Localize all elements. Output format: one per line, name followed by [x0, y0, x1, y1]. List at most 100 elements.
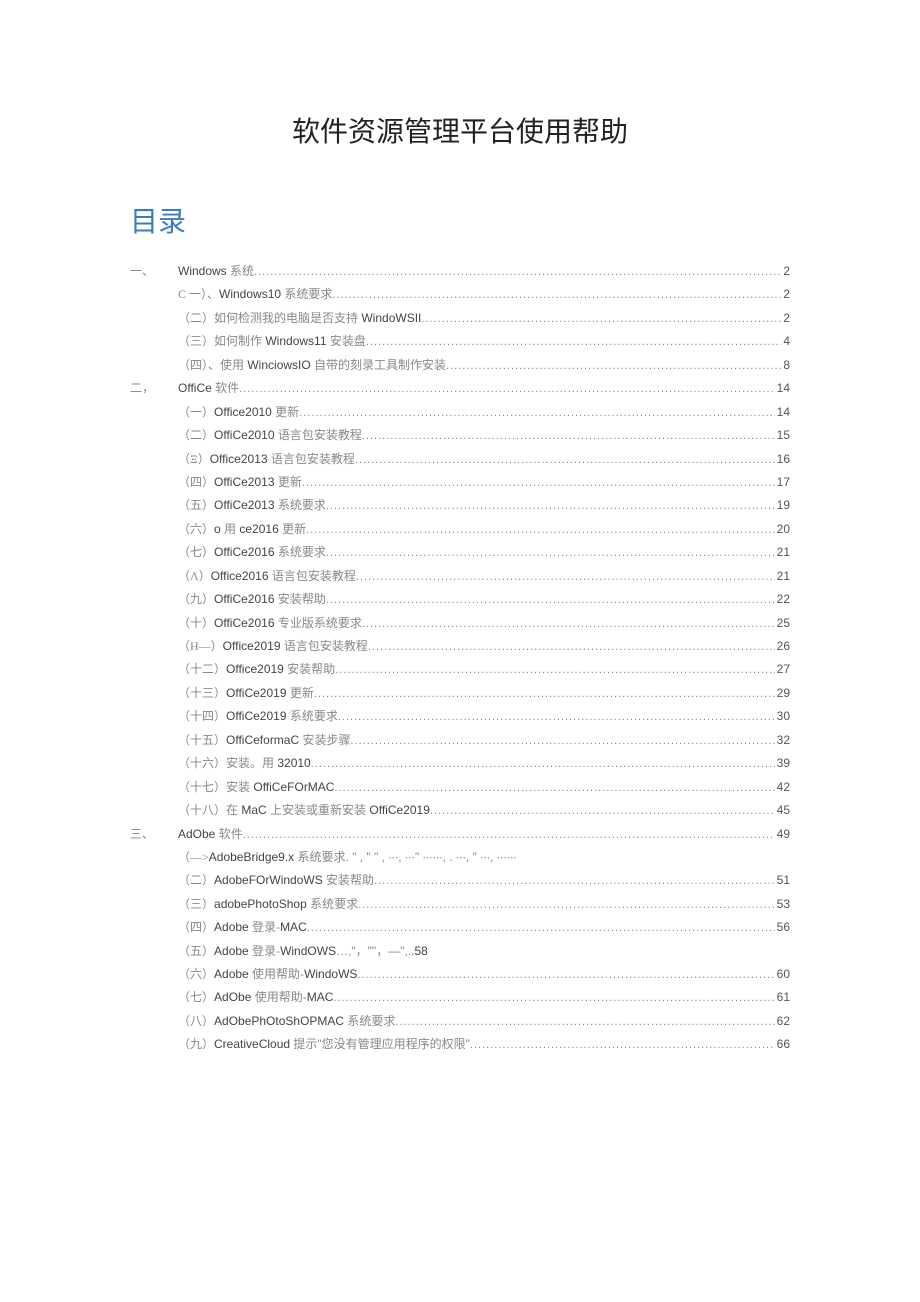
- toc-entry-prefix: （H—）: [178, 635, 223, 658]
- toc-entry-text: Windows 系统: [178, 260, 254, 283]
- toc-entry[interactable]: （七）AdObe 使用帮助-MAC61: [130, 986, 790, 1009]
- toc-leader-dots: [358, 895, 775, 916]
- toc-entry-page: 17: [775, 471, 790, 494]
- toc-entry-page: 14: [775, 377, 790, 400]
- toc-entry[interactable]: （一）Office2010 更新14: [130, 401, 790, 424]
- toc-entry[interactable]: （三）如何制作 Windows11 安装盘4: [130, 330, 790, 353]
- toc-entry[interactable]: （十七）安装 OffiCeFOrMAC42: [130, 776, 790, 799]
- toc-entry-page: 19: [775, 494, 790, 517]
- toc-entry-text: Office2016 语言包安装教程: [211, 565, 356, 588]
- toc-entry-prefix: 一、: [130, 260, 178, 283]
- toc-entry[interactable]: （—>AdobeBridge9.x 系统要求. " , " " , ∙∙∙, ∙…: [130, 846, 790, 869]
- toc-leader-dots: [254, 262, 781, 283]
- toc-entry-text: 安装 OffiCeFOrMAC: [226, 776, 334, 799]
- toc-entry-page: 25: [775, 612, 790, 635]
- toc-entry-page: 61: [775, 986, 790, 1009]
- toc-entry-page: 8: [781, 354, 790, 377]
- toc-entry[interactable]: （六）o 用 ce2016 更新20: [130, 518, 790, 541]
- toc-entry[interactable]: （十四）OffiCe2019 系统要求30: [130, 705, 790, 728]
- toc-entry-text: Office2019 安装帮助: [226, 658, 335, 681]
- toc-entry-text: Office2013 语言包安装教程: [210, 448, 355, 471]
- toc-entry-prefix: （十五）: [178, 729, 226, 752]
- toc-entry[interactable]: （五）Adobe 登录-WindOWS…,"，""，—",..58: [130, 940, 790, 963]
- toc-entry-prefix: C 一）、: [178, 283, 219, 306]
- toc-entry[interactable]: （四）、使用 WinciowsIO 自带的刻录工具制作安装8: [130, 354, 790, 377]
- toc-entry-page: 53: [775, 893, 790, 916]
- toc-entry[interactable]: （H—）Office2019 语言包安装教程26: [130, 635, 790, 658]
- toc-entry-prefix: （九）: [178, 588, 214, 611]
- toc-entry-page: 2: [781, 283, 790, 306]
- toc-leader-dots: [334, 778, 774, 799]
- toc-entry-page: 14: [775, 401, 790, 424]
- toc-entry[interactable]: （七）OffiCe2016 系统要求21: [130, 541, 790, 564]
- toc-entry[interactable]: （Λ）Office2016 语言包安装教程21: [130, 565, 790, 588]
- toc-entry[interactable]: （十六）安装。用 3201039: [130, 752, 790, 775]
- toc-entry-page: 16: [775, 448, 790, 471]
- toc-entry-page: 15: [775, 424, 790, 447]
- toc-entry[interactable]: 二，OffiCe 软件14: [130, 377, 790, 400]
- toc-leader-dots: [351, 731, 775, 752]
- toc-entry[interactable]: （十八）在 MaC 上安装或重新安装 OffiCe201945: [130, 799, 790, 822]
- toc-entry[interactable]: （四）Adobe 登录-MAC56: [130, 916, 790, 939]
- toc-entry-page: 49: [775, 823, 790, 846]
- toc-leader-dots: [357, 965, 774, 986]
- toc-entry-page: 27: [775, 658, 790, 681]
- toc-entry-text: AdObePhOtoShOPMAC 系统要求: [214, 1010, 395, 1033]
- toc-entry-prefix: （三）: [178, 330, 214, 353]
- toc-leader-dots: [311, 754, 775, 775]
- toc-leader-dots: [374, 871, 775, 892]
- toc-entry[interactable]: （三）adobePhotoShop 系统要求 53: [130, 893, 790, 916]
- toc-entry[interactable]: （二）OffiCe2010 语言包安装教程 15: [130, 424, 790, 447]
- toc-entry-page: 2: [781, 307, 790, 330]
- toc-entry[interactable]: 三、AdObe 软件49: [130, 823, 790, 846]
- toc-leader-dots: [299, 403, 774, 424]
- toc-entry-prefix: （十八）: [178, 799, 226, 822]
- toc-entry[interactable]: 一、Windows 系统2: [130, 260, 790, 283]
- toc-entry[interactable]: （六）Adobe 使用帮助-WindoWS60: [130, 963, 790, 986]
- toc-entry-page: 22: [775, 588, 790, 611]
- toc-entry-prefix: （十三）: [178, 682, 226, 705]
- toc-entry[interactable]: （十三）OffiCe2019 更新29: [130, 682, 790, 705]
- toc-entry-prefix: （六）: [178, 518, 214, 541]
- toc-entry-prefix: （七）: [178, 541, 214, 564]
- toc-leader-dots: [239, 379, 775, 400]
- toc-entry[interactable]: （十五）OffiCeformaC 安装步骤32: [130, 729, 790, 752]
- toc-entry-prefix: （十六）: [178, 752, 226, 775]
- toc-entry[interactable]: （四）OffiCe2013 更新17: [130, 471, 790, 494]
- toc-leader-dots: [430, 801, 775, 822]
- toc-entry[interactable]: （十二）Office2019 安装帮助27: [130, 658, 790, 681]
- toc-entry[interactable]: （八）AdObePhOtoShOPMAC 系统要求62: [130, 1010, 790, 1033]
- toc-entry[interactable]: （五）OffiCe2013 系统要求19: [130, 494, 790, 517]
- toc-entry[interactable]: （十）OffiCe2016 专业版系统要求 25: [130, 612, 790, 635]
- toc-entry-text: OffiCe 软件: [178, 377, 239, 400]
- toc-leader-dots: [326, 496, 775, 517]
- toc-entry[interactable]: C 一）、Windows10 系统要求 2: [130, 283, 790, 306]
- toc-entry-page: 4: [781, 330, 790, 353]
- toc-entry-text: OffiCe2010 语言包安装教程: [214, 424, 362, 447]
- toc-entry-text: Windows10 系统要求: [219, 283, 332, 306]
- toc-entry-page: 21: [775, 565, 790, 588]
- toc-entry-text: adobePhotoShop 系统要求: [214, 893, 358, 916]
- toc-entry[interactable]: （九）OffiCe2016 安装帮助22: [130, 588, 790, 611]
- toc-entry-prefix: （二）: [178, 424, 214, 447]
- toc-entry-text: o 用 ce2016 更新: [214, 518, 306, 541]
- toc-entry-text: CreativeCloud 提示"您没有管理应用程序的权限": [214, 1033, 470, 1056]
- toc-entry-text: AdobeBridge9.x 系统要求. " , " " , ∙∙∙, ∙∙∙"…: [209, 846, 517, 869]
- toc-entry-prefix: （二）: [178, 307, 214, 330]
- toc-entry-text: OffiCe2016 专业版系统要求: [214, 612, 362, 635]
- toc-entry[interactable]: （二）如何检测我的电脑是否支持 WindoWSII2: [130, 307, 790, 330]
- toc-entry-prefix: （四）: [178, 916, 214, 939]
- toc-entry-page: 56: [775, 916, 790, 939]
- toc-entry[interactable]: （二）AdobeFOrWindoWS 安装帮助51: [130, 869, 790, 892]
- toc-entry-prefix: （三）: [178, 893, 214, 916]
- toc-entry-page: 45: [775, 799, 790, 822]
- toc-leader-dots: [307, 918, 775, 939]
- toc-entry-page: 42: [775, 776, 790, 799]
- toc-entry[interactable]: （Ξ）Office2013 语言包安装教程16: [130, 448, 790, 471]
- toc-entry-text: AdobeFOrWindoWS 安装帮助: [214, 869, 374, 892]
- toc-entry[interactable]: （九）CreativeCloud 提示"您没有管理应用程序的权限"66: [130, 1033, 790, 1056]
- toc-entry-prefix: （五）: [178, 940, 214, 963]
- toc-leader-dots: [395, 1012, 774, 1033]
- toc-entry-prefix: （十）: [178, 612, 214, 635]
- toc-entry-prefix: （二）: [178, 869, 214, 892]
